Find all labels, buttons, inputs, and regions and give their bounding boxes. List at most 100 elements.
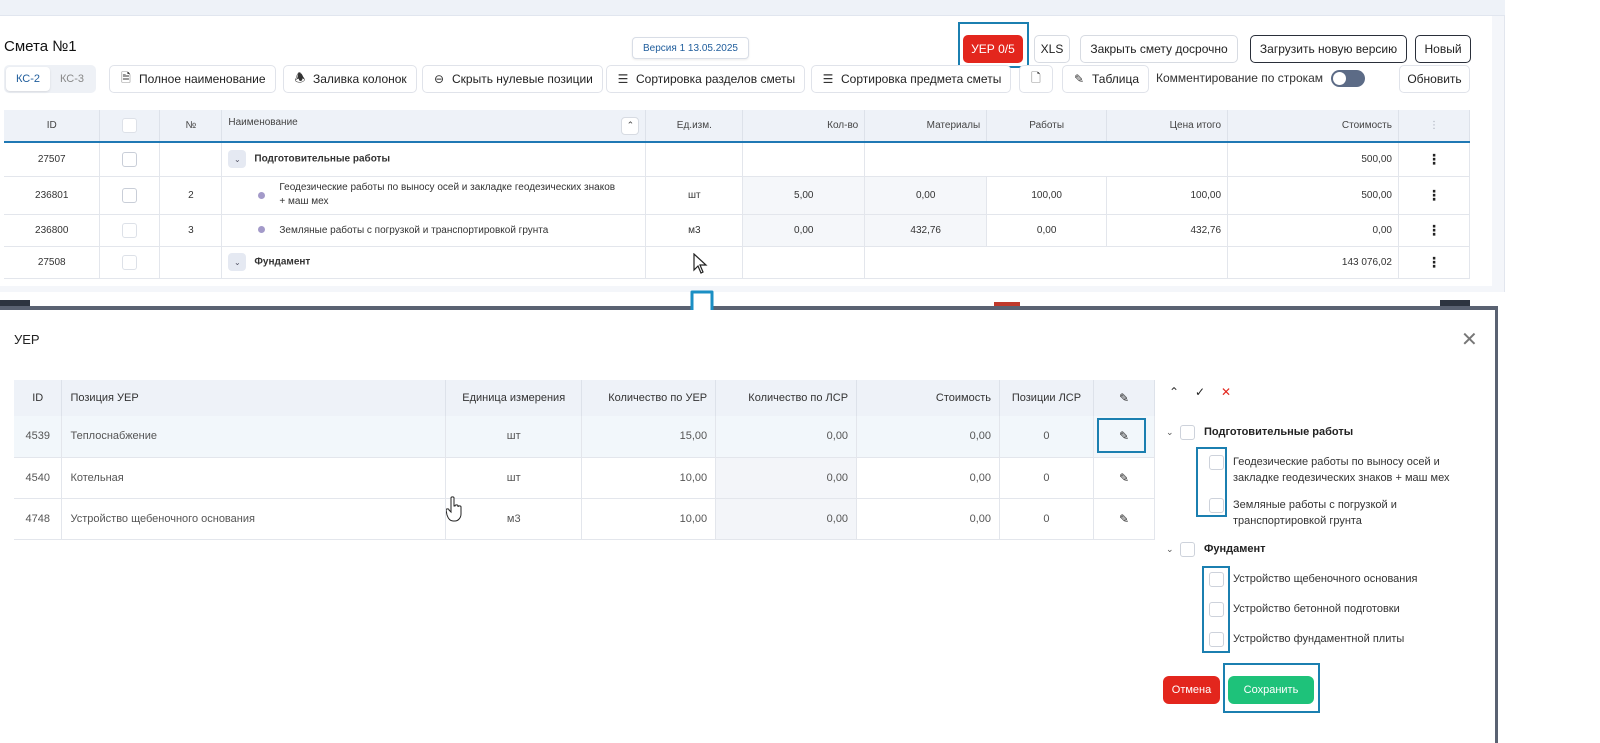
- col-cost[interactable]: Стоимость: [856, 380, 1000, 416]
- uer-button[interactable]: УЕР 0/5: [963, 35, 1023, 63]
- table-row[interactable]: 4539 Теплоснабжение шт 15,00 0,00 0,00 0…: [14, 416, 1156, 458]
- col-qty[interactable]: Кол-во: [742, 110, 866, 143]
- upload-version-button[interactable]: Загрузить новую версию: [1250, 35, 1407, 63]
- tree-checkbox[interactable]: [1209, 572, 1224, 587]
- edit-icon[interactable]: ✎: [1116, 470, 1132, 486]
- minus-circle-icon: ⊖: [433, 72, 445, 86]
- cell-checkbox[interactable]: [99, 176, 161, 215]
- table-row[interactable]: 27507 ⌄ Подготовительные работы 500,00 ⋮: [4, 142, 1471, 177]
- tree-checkbox[interactable]: [1180, 542, 1195, 557]
- save-button[interactable]: Сохранить: [1228, 676, 1314, 704]
- cell-checkbox[interactable]: [99, 142, 161, 177]
- new-button[interactable]: Новый: [1415, 35, 1471, 63]
- col-uer-position[interactable]: Позиция УЕР: [61, 380, 447, 416]
- tree-checkbox[interactable]: [1180, 425, 1195, 440]
- tree-node-child[interactable]: Устройство бетонной подготовки: [1209, 602, 1473, 617]
- table-row[interactable]: 236800 3 Земляные работы с погрузкой и т…: [4, 214, 1471, 247]
- tree-checkbox[interactable]: [1209, 632, 1224, 647]
- cell-menu[interactable]: ⋮: [1398, 246, 1471, 279]
- tree-node-parent[interactable]: ⌄ Фундамент: [1166, 542, 1266, 557]
- tree-checkbox[interactable]: [1209, 498, 1224, 513]
- col-id[interactable]: ID: [14, 380, 63, 416]
- kebab-menu-icon[interactable]: ⋮: [1427, 151, 1441, 167]
- cell-menu[interactable]: ⋮: [1398, 176, 1471, 215]
- cell-menu[interactable]: ⋮: [1398, 214, 1471, 247]
- col-id[interactable]: ID: [4, 110, 101, 143]
- col-cost[interactable]: Стоимость: [1227, 110, 1399, 143]
- tree-node-child[interactable]: Земляные работы с погрузкой и транспорти…: [1209, 498, 1473, 529]
- select-all-checkbox[interactable]: [122, 118, 138, 133]
- cell-edit[interactable]: ✎: [1093, 498, 1156, 540]
- refresh-button[interactable]: Обновить: [1399, 65, 1470, 93]
- cell-menu[interactable]: ⋮: [1398, 142, 1471, 177]
- edit-icon[interactable]: ✎: [1116, 428, 1132, 444]
- sort-sections-button[interactable]: ☰ Сортировка разделов сметы: [606, 65, 806, 93]
- cancel-button[interactable]: Отмена: [1163, 676, 1220, 704]
- position-dot-icon: [258, 226, 266, 234]
- kebab-menu-icon[interactable]: ⋮: [1427, 254, 1441, 270]
- col-materials[interactable]: Материалы: [864, 110, 988, 143]
- col-works[interactable]: Работы: [986, 110, 1108, 143]
- table-row[interactable]: 4748 Устройство щебеночного основания м3…: [14, 498, 1156, 540]
- tree-node-label: Геодезические работы по выносу осей и за…: [1233, 456, 1450, 484]
- collapse-all-icon[interactable]: ⌃: [621, 116, 640, 135]
- chevron-down-icon[interactable]: ⌄: [1166, 544, 1180, 555]
- col-qty-lsr[interactable]: Количество по ЛСР: [715, 380, 858, 416]
- close-early-button[interactable]: Закрыть смету досрочно: [1080, 35, 1238, 63]
- table-row[interactable]: 27508 ⌄ Фундамент 143 076,02 ⋮: [4, 246, 1471, 279]
- edit-icon[interactable]: ✎: [1116, 390, 1132, 406]
- col-unit[interactable]: Единица измерения: [445, 380, 583, 416]
- chevron-down-icon[interactable]: ⌄: [1166, 427, 1180, 438]
- close-icon[interactable]: ✕: [1461, 330, 1478, 350]
- sort-subject-button[interactable]: ☰ Сортировка предмета сметы: [811, 65, 1012, 93]
- tree-node-parent[interactable]: ⌄ Подготовительные работы: [1166, 425, 1353, 440]
- collapse-all-icon[interactable]: ⌃: [1164, 382, 1184, 402]
- tree-node-child[interactable]: Устройство щебеночного основания: [1209, 572, 1473, 587]
- section-name: Подготовительные работы: [254, 153, 390, 165]
- table-row[interactable]: 236801 2 Геодезические работы по выносу …: [4, 176, 1471, 215]
- cell-lsr-positions: 0: [999, 457, 1094, 499]
- uncheck-all-icon[interactable]: ✕: [1216, 382, 1236, 402]
- chevron-down-icon[interactable]: ⌄: [228, 253, 247, 271]
- check-all-icon[interactable]: ✓: [1190, 382, 1210, 402]
- tab-ks2[interactable]: КС-2: [6, 67, 51, 91]
- row-comments-toggle[interactable]: [1331, 70, 1365, 87]
- tab-ks3[interactable]: КС-3: [50, 67, 94, 91]
- column-menu-icon[interactable]: ⋮: [1429, 120, 1439, 131]
- table-row[interactable]: 4540 Котельная шт 10,00 0,00 0,00 0 ✎: [14, 457, 1156, 499]
- col-edit[interactable]: ✎: [1093, 380, 1156, 416]
- col-qty-uer[interactable]: Количество по УЕР: [581, 380, 717, 416]
- cell-checkbox[interactable]: [99, 246, 161, 279]
- col-menu[interactable]: ⋮: [1398, 110, 1471, 143]
- fill-columns-button[interactable]: 🕭 Заливка колонок: [283, 65, 417, 93]
- row-checkbox[interactable]: [122, 151, 138, 167]
- kebab-menu-icon[interactable]: ⋮: [1427, 187, 1441, 203]
- position-dot-icon: [258, 191, 266, 199]
- col-name[interactable]: Наименование ⌃: [221, 110, 647, 143]
- edit-icon[interactable]: ✎: [1116, 511, 1132, 527]
- cell-edit[interactable]: ✎: [1093, 457, 1156, 499]
- table-button[interactable]: ✎ Таблица: [1062, 65, 1150, 93]
- cell-qty-lsr: 0,00: [715, 498, 858, 540]
- hide-zero-button[interactable]: ⊖ Скрыть нулевые позиции: [422, 65, 603, 93]
- row-checkbox[interactable]: [122, 254, 138, 270]
- col-num[interactable]: №: [159, 110, 223, 143]
- cell-checkbox[interactable]: [99, 214, 161, 247]
- tree-node-child[interactable]: Устройство фундаментной плиты: [1209, 632, 1473, 647]
- col-price[interactable]: Цена итого: [1106, 110, 1229, 143]
- chevron-down-icon[interactable]: ⌄: [228, 150, 247, 169]
- row-checkbox[interactable]: [122, 187, 138, 203]
- col-unit[interactable]: Ед.изм.: [645, 110, 744, 143]
- export-doc-button[interactable]: 🗋: [1019, 65, 1053, 93]
- col-lsr-positions[interactable]: Позиции ЛСР: [999, 380, 1094, 416]
- tree-node-child[interactable]: Геодезические работы по выносу осей и за…: [1209, 455, 1473, 486]
- tree-checkbox[interactable]: [1209, 602, 1224, 617]
- full-name-button[interactable]: 🗎 Полное наименование: [109, 65, 276, 93]
- kebab-menu-icon[interactable]: ⋮: [1427, 222, 1441, 238]
- cell-edit[interactable]: ✎: [1093, 416, 1156, 458]
- tree-checkbox[interactable]: [1209, 455, 1224, 470]
- cell-cost[interactable]: 500,00: [1227, 176, 1399, 215]
- xls-button[interactable]: XLS: [1034, 35, 1070, 63]
- col-select-all[interactable]: [99, 110, 161, 143]
- row-checkbox[interactable]: [122, 222, 138, 238]
